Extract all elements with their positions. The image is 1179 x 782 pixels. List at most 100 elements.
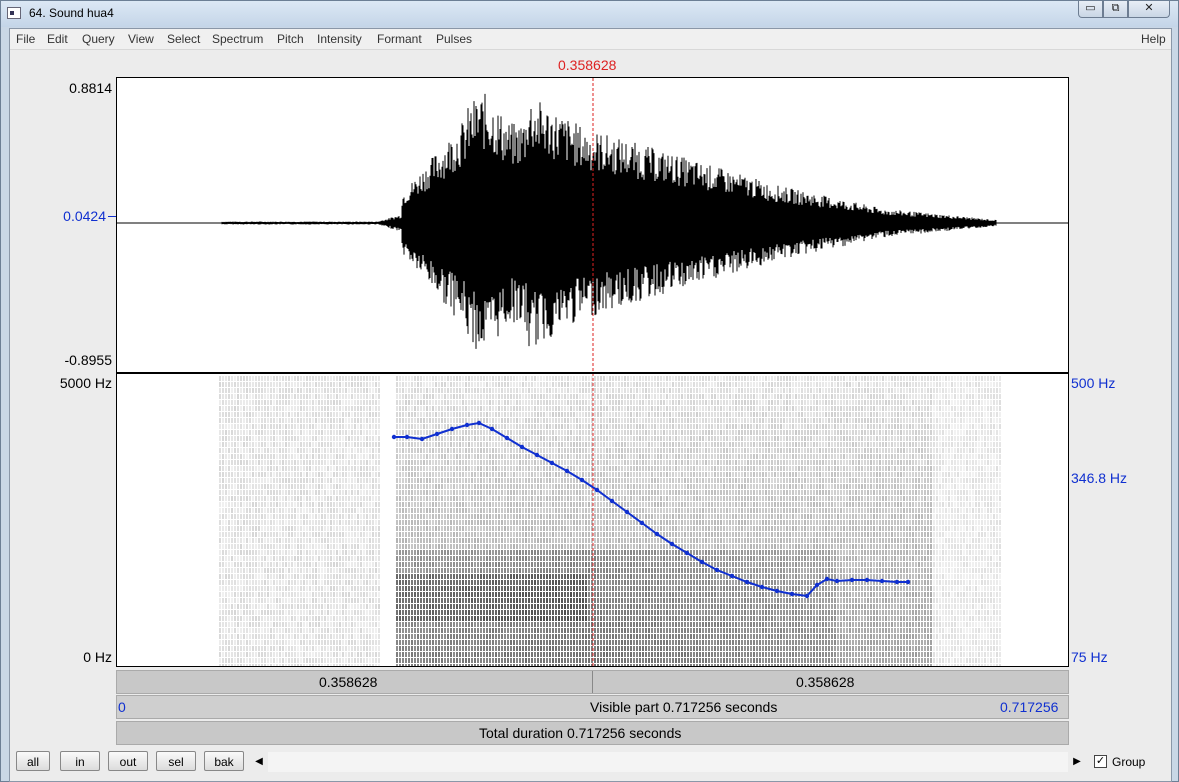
menu-help[interactable]: Help <box>1141 32 1166 46</box>
spectrogram-cell <box>402 382 404 387</box>
spectrogram-cell <box>507 652 509 657</box>
spectrogram-cell <box>336 634 338 639</box>
menu-query[interactable]: Query <box>82 32 115 46</box>
menu-pitch[interactable]: Pitch <box>277 32 304 46</box>
spectrogram-cell <box>267 568 269 573</box>
spectrogram-cell <box>396 592 398 597</box>
spectrogram-cell <box>462 652 464 657</box>
spectrogram-cell <box>504 472 506 477</box>
spectrogram-cell <box>501 502 503 507</box>
spectrogram-cell <box>477 598 479 603</box>
spectrogram-cell <box>261 616 263 621</box>
spectrogram-cell <box>483 412 485 417</box>
spectrogram-cell <box>315 436 317 441</box>
spectrogram-cell <box>225 592 227 597</box>
spectrogram-cell <box>351 628 353 633</box>
spectrogram-cell <box>435 508 437 513</box>
spectrogram-cell <box>510 604 512 609</box>
spectrogram-cell <box>399 634 401 639</box>
spectrogram-cell <box>465 478 467 483</box>
spectrogram-cell <box>369 604 371 609</box>
menu-view[interactable]: View <box>128 32 154 46</box>
spectrogram-cell <box>315 574 317 579</box>
spectrogram-cell <box>279 400 281 405</box>
spectrogram-cell <box>234 430 236 435</box>
spectrogram-cell <box>357 394 359 399</box>
spectrogram-cell <box>516 520 518 525</box>
maximize-button[interactable]: ⧉ <box>1103 1 1128 18</box>
spectrogram-cell <box>357 652 359 657</box>
spectrogram-cell <box>483 592 485 597</box>
spectrogram-cell <box>291 406 293 411</box>
spectrogram-cell <box>462 460 464 465</box>
spectrogram-cell <box>465 574 467 579</box>
menu-select[interactable]: Select <box>167 32 200 46</box>
spectrogram-cell <box>486 622 488 627</box>
spectrogram-cell <box>309 544 311 549</box>
spectrogram-cell <box>324 502 326 507</box>
spectrogram-cell <box>363 400 365 405</box>
spectrogram-cell <box>522 508 524 513</box>
spectrogram-cell <box>324 544 326 549</box>
spectrogram-cell <box>456 400 458 405</box>
spectrogram-cell <box>297 574 299 579</box>
spectrogram-cell <box>222 442 224 447</box>
spectrogram-cell <box>366 514 368 519</box>
spectrogram-cell <box>474 400 476 405</box>
sound-plot-area[interactable] <box>116 77 1069 667</box>
spectrogram-cell <box>474 628 476 633</box>
spectrogram-cell <box>411 604 413 609</box>
menu-pulses[interactable]: Pulses <box>436 32 472 46</box>
menu-file[interactable]: File <box>16 32 35 46</box>
spectrogram-cell <box>531 376 533 381</box>
menu-spectrum[interactable]: Spectrum <box>212 32 263 46</box>
spectrogram-cell <box>312 478 314 483</box>
menu-intensity[interactable]: Intensity <box>317 32 362 46</box>
spectrogram-cell <box>444 520 446 525</box>
spectrogram-cell <box>261 622 263 627</box>
spectrogram-cell <box>408 406 410 411</box>
minimize-button[interactable]: ▭ <box>1078 1 1103 18</box>
menu-edit[interactable]: Edit <box>47 32 68 46</box>
spectrogram-cell <box>237 532 239 537</box>
spectrogram-cell <box>405 592 407 597</box>
title-bar[interactable]: 64. Sound hua4 ▭ ⧉ ✕ <box>1 1 1178 27</box>
spectrogram-cell <box>327 424 329 429</box>
spectrogram-cell <box>414 460 416 465</box>
spectrogram-cell <box>360 646 362 651</box>
spectrogram-cell <box>309 514 311 519</box>
spectrogram-cell <box>255 526 257 531</box>
spectrogram-cell <box>336 586 338 591</box>
spectrogram-cell <box>495 598 497 603</box>
spectrogram-cell <box>438 538 440 543</box>
spectrogram-cell <box>342 664 344 666</box>
spectrogram-cell <box>342 538 344 543</box>
spectrogram-cell <box>432 442 434 447</box>
spectrogram-cell <box>219 454 221 459</box>
spectrogram-cell <box>522 628 524 633</box>
menu-formant[interactable]: Formant <box>377 32 422 46</box>
spectrogram-cell <box>513 454 515 459</box>
spectrogram-cell <box>318 496 320 501</box>
spectrogram-cell <box>375 646 377 651</box>
spectrogram-cell <box>303 658 305 663</box>
spectrogram-cell <box>282 484 284 489</box>
spectrogram-cell <box>534 436 536 441</box>
spectrogram-cell <box>486 472 488 477</box>
spectrogram-cell <box>348 430 350 435</box>
close-button[interactable]: ✕ <box>1128 1 1170 18</box>
spectrogram-cell <box>279 484 281 489</box>
spectrogram-cell <box>447 586 449 591</box>
spectrogram-cell <box>444 574 446 579</box>
spectrogram-cell <box>321 382 323 387</box>
spectrogram-cell <box>261 382 263 387</box>
spectrogram-cell <box>522 544 524 549</box>
spectrogram-cell <box>285 604 287 609</box>
spectrogram-cell <box>318 556 320 561</box>
spectrogram-cell <box>450 556 452 561</box>
spectrogram-cell <box>483 442 485 447</box>
spectrogram-cell <box>408 508 410 513</box>
spectrogram-cell <box>528 412 530 417</box>
spectrogram-cell <box>222 496 224 501</box>
spectrogram-cell <box>477 628 479 633</box>
